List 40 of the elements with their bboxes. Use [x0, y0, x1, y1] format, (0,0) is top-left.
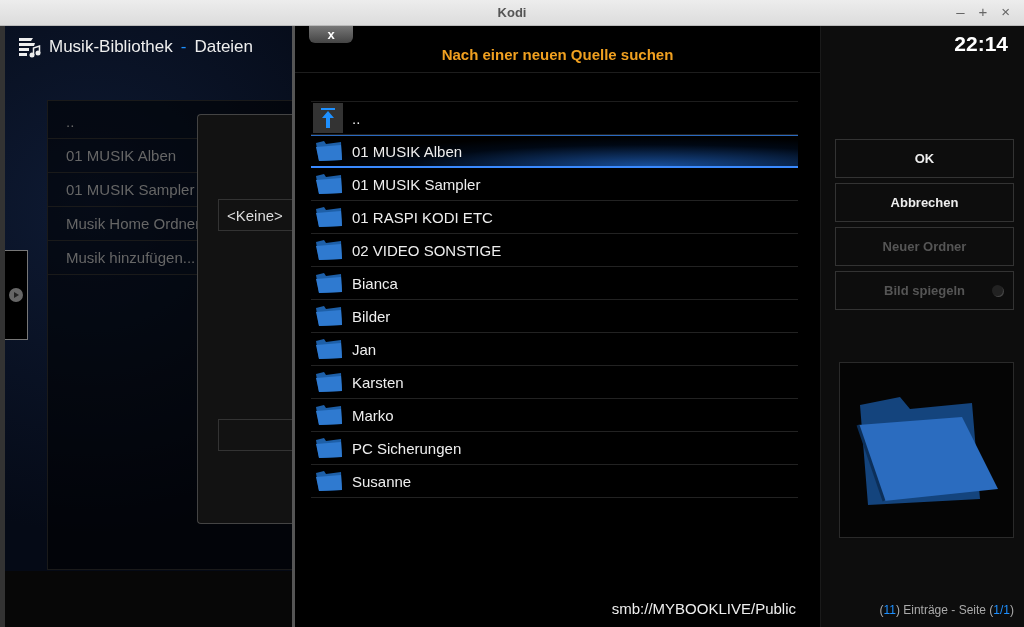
music-library-icon — [17, 35, 41, 59]
folder-icon — [315, 239, 343, 261]
entries-info: (11) Einträge - Seite (1/1) — [878, 603, 1015, 619]
folder-icon — [315, 371, 343, 393]
folder-row[interactable]: Jan — [311, 333, 798, 366]
folder-row[interactable]: 02 VIDEO SONSTIGE — [311, 234, 798, 267]
parent-folder-row[interactable]: .. — [311, 102, 798, 135]
window-control[interactable]: – — [952, 3, 969, 20]
folder-row[interactable]: Bianca — [311, 267, 798, 300]
folder-icon — [315, 173, 343, 195]
folder-row[interactable]: PC Sicherungen — [311, 432, 798, 465]
library-subtitle: Dateien — [194, 37, 254, 57]
folder-row[interactable]: Karsten — [311, 366, 798, 399]
folder-icon — [315, 470, 343, 492]
current-path: smb://MYBOOKLIVE/Public — [610, 600, 797, 619]
close-button[interactable]: x — [309, 26, 353, 43]
folder-row[interactable]: 01 MUSIK Sampler — [311, 168, 798, 201]
folder-row[interactable]: Susanne — [311, 465, 798, 498]
dialog-button[interactable]: OK — [835, 139, 1014, 178]
folder-icon — [315, 206, 343, 228]
title-separator: - — [180, 37, 187, 57]
library-title: Musik-Bibliothek — [49, 37, 173, 57]
side-menu-tab[interactable] — [5, 250, 28, 340]
play-icon — [9, 288, 23, 302]
window-title: Kodi — [497, 5, 527, 20]
window-control[interactable]: + — [974, 3, 992, 20]
folder-icon — [315, 404, 343, 426]
folder-icon — [315, 305, 343, 327]
folder-row[interactable]: 01 MUSIK Alben — [311, 135, 798, 168]
folder-row[interactable]: 01 RASPI KODI ETC — [311, 201, 798, 234]
dialog-title: Nach einer neuen Quelle suchen — [295, 46, 820, 73]
folder-row[interactable]: Bilder — [311, 300, 798, 333]
folder-row[interactable]: Marko — [311, 399, 798, 432]
folder-icon — [315, 272, 343, 294]
folder-icon — [315, 338, 343, 360]
window-control[interactable]: × — [997, 3, 1014, 20]
clock: 22:14 — [953, 31, 1009, 57]
folder-icon — [315, 437, 343, 459]
folder-icon — [315, 140, 343, 162]
dialog-button[interactable]: Abbrechen — [835, 183, 1014, 222]
